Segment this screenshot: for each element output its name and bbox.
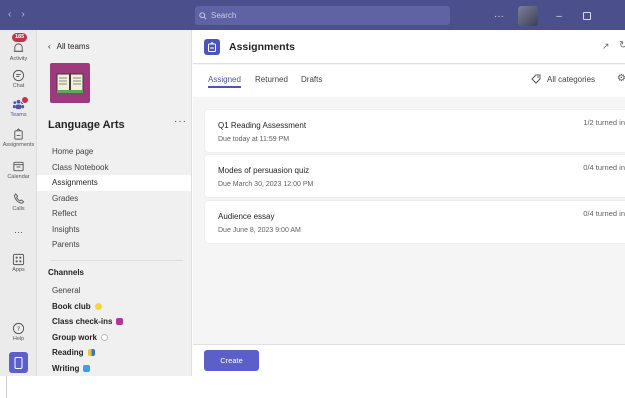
refresh-icon[interactable]: ↻ bbox=[619, 40, 625, 51]
assignment-card[interactable]: Q1 Reading Assessment Due today at 11:59… bbox=[205, 110, 625, 152]
teams-notification-dot bbox=[21, 96, 29, 104]
assignments-icon bbox=[14, 128, 23, 140]
team-panel: ‹ All teams Language Arts ··· Home page … bbox=[37, 30, 192, 376]
assignments-footer: Create bbox=[193, 344, 625, 376]
team-nav-grades[interactable]: Grades bbox=[37, 191, 191, 207]
assignment-due: Due March 30, 2023 12:00 PM bbox=[218, 181, 314, 188]
team-navigation: Home page Class Notebook Assignments Gra… bbox=[37, 144, 191, 253]
search-icon bbox=[199, 11, 207, 20]
app-rail: 185 Activity Chat Teams Assignments Cale… bbox=[0, 30, 37, 376]
channel-group-work[interactable]: Group work bbox=[37, 330, 191, 346]
settings-icon[interactable]: ⚙ bbox=[617, 73, 625, 84]
channel-list: General Book club Class check-ins Group … bbox=[37, 283, 191, 376]
circle-icon bbox=[100, 333, 108, 341]
history-navigation: ‹ › bbox=[8, 9, 25, 20]
phone-icon bbox=[13, 193, 25, 204]
rail-calendar[interactable]: Calendar bbox=[0, 160, 37, 180]
more-icon: ··· bbox=[14, 227, 23, 237]
team-nav-insights[interactable]: Insights bbox=[37, 222, 191, 238]
bell-icon bbox=[13, 43, 24, 52]
assignment-tabs: Assigned Returned Drafts All categories … bbox=[193, 65, 625, 97]
rail-help[interactable]: ? Help bbox=[0, 322, 37, 342]
title-bar: ‹ › Search ··· – bbox=[0, 0, 625, 30]
apps-icon bbox=[12, 253, 25, 266]
team-nav-parents[interactable]: Parents bbox=[37, 237, 191, 253]
assignment-title: Q1 Reading Assessment bbox=[218, 121, 307, 130]
all-teams-link[interactable]: ‹ All teams bbox=[48, 42, 90, 51]
restore-icon[interactable] bbox=[580, 9, 594, 23]
window-controls: ··· – bbox=[494, 6, 594, 26]
team-more-options-icon[interactable]: ··· bbox=[174, 116, 187, 127]
page-title: Assignments bbox=[229, 41, 295, 53]
chevron-left-icon: ‹ bbox=[48, 42, 51, 51]
profile-avatar[interactable] bbox=[518, 6, 538, 26]
rail-calls[interactable]: Calls bbox=[0, 192, 37, 212]
team-name: Language Arts bbox=[48, 119, 125, 131]
tab-assigned[interactable]: Assigned bbox=[208, 75, 241, 88]
team-nav-home-page[interactable]: Home page bbox=[37, 144, 191, 160]
search-input[interactable]: Search bbox=[195, 6, 450, 25]
assignment-card[interactable]: Modes of persuasion quiz Due March 30, 2… bbox=[205, 155, 625, 197]
team-nav-class-notebook[interactable]: Class Notebook bbox=[37, 160, 191, 176]
create-button[interactable]: Create bbox=[204, 350, 259, 371]
category-filter[interactable]: All categories bbox=[531, 74, 595, 84]
more-options-icon[interactable]: ··· bbox=[494, 11, 504, 22]
book-icon bbox=[56, 73, 84, 93]
bottom-divider bbox=[6, 376, 7, 398]
assignment-due: Due today at 11:59 PM bbox=[218, 136, 290, 143]
check-in-emoji-icon bbox=[116, 318, 124, 326]
turned-in-count: 1/2 turned in bbox=[583, 118, 625, 127]
sun-icon bbox=[94, 302, 102, 310]
minimize-icon[interactable]: – bbox=[552, 9, 566, 23]
tab-returned[interactable]: Returned bbox=[255, 75, 288, 86]
rail-chat[interactable]: Chat bbox=[0, 69, 37, 89]
team-nav-assignments[interactable]: Assignments bbox=[37, 175, 191, 191]
assignment-card[interactable]: Audience essay Due June 8, 2023 9:00 AM … bbox=[205, 201, 625, 243]
tab-drafts[interactable]: Drafts bbox=[301, 75, 322, 86]
channels-heading: Channels bbox=[48, 268, 85, 277]
team-logo bbox=[50, 63, 90, 103]
assignments-app-icon bbox=[204, 39, 220, 55]
assignments-pane: Assignments ↗ ↻ Assigned Returned Drafts… bbox=[193, 30, 625, 376]
rail-activity[interactable]: 185 Activity bbox=[0, 33, 37, 62]
assignment-title: Modes of persuasion quiz bbox=[218, 166, 310, 175]
help-icon: ? bbox=[12, 322, 25, 335]
team-nav-reflect[interactable]: Reflect bbox=[37, 206, 191, 222]
back-arrow-icon[interactable]: ‹ bbox=[8, 9, 11, 20]
activity-badge: 185 bbox=[12, 33, 28, 42]
books-icon bbox=[87, 349, 95, 357]
search-placeholder: Search bbox=[211, 11, 237, 20]
mobile-app-button[interactable] bbox=[9, 352, 28, 373]
expand-icon[interactable]: ↗ bbox=[602, 41, 610, 52]
assignment-due: Due June 8, 2023 9:00 AM bbox=[218, 227, 301, 234]
forward-arrow-icon[interactable]: › bbox=[21, 9, 24, 20]
rail-assignments[interactable]: Assignments bbox=[0, 128, 37, 148]
channel-general[interactable]: General bbox=[37, 283, 191, 299]
channel-book-club[interactable]: Book club bbox=[37, 299, 191, 315]
assignments-header: Assignments ↗ ↻ bbox=[193, 30, 625, 64]
channel-class-check-ins[interactable]: Class check-ins bbox=[37, 314, 191, 330]
rail-teams[interactable]: Teams bbox=[0, 96, 37, 118]
channel-writing[interactable]: Writing bbox=[37, 361, 191, 377]
turned-in-count: 0/4 turned in bbox=[583, 209, 625, 218]
rail-more-apps[interactable]: ··· bbox=[0, 227, 37, 237]
notebook-icon bbox=[83, 364, 91, 372]
turned-in-count: 0/4 turned in bbox=[583, 163, 625, 172]
tag-icon bbox=[531, 74, 541, 84]
channel-reading[interactable]: Reading bbox=[37, 345, 191, 361]
bottom-strip bbox=[0, 376, 625, 398]
rail-apps[interactable]: Apps bbox=[0, 253, 37, 273]
assignment-title: Audience essay bbox=[218, 212, 275, 221]
calendar-icon bbox=[13, 161, 24, 172]
chat-icon bbox=[12, 69, 25, 82]
svg-text:?: ? bbox=[17, 325, 20, 333]
section-divider bbox=[50, 260, 183, 261]
mobile-icon bbox=[14, 356, 23, 369]
